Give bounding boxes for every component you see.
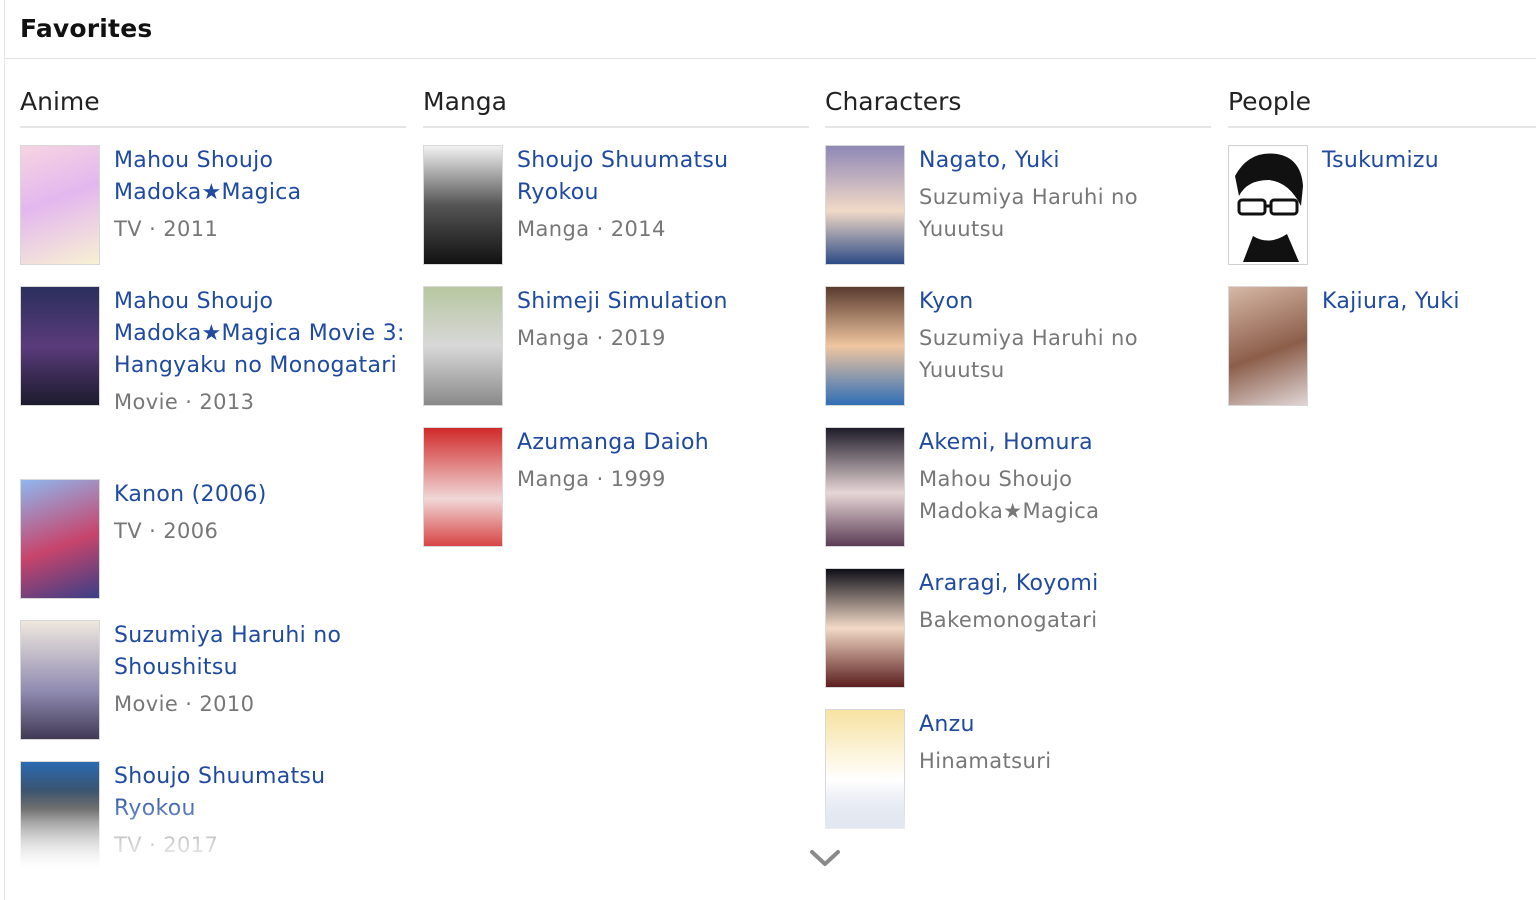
item-info: Kajiura, Yuki bbox=[1322, 286, 1460, 410]
item-info: Tsukumizu bbox=[1322, 145, 1439, 269]
list-item: Kajiura, Yuki bbox=[1228, 286, 1536, 410]
manga-cover-image[interactable] bbox=[423, 145, 503, 265]
anime-cover-image[interactable] bbox=[20, 761, 100, 870]
person-name-link[interactable]: Kajiura, Yuki bbox=[1322, 286, 1460, 318]
character-portrait[interactable] bbox=[825, 286, 905, 406]
person-portrait[interactable] bbox=[1228, 145, 1308, 265]
manga-title-link[interactable]: Shoujo Shuumatsu Ryokou bbox=[517, 145, 809, 209]
person-illustration bbox=[1235, 153, 1303, 262]
character-series-link[interactable]: Mahou Shoujo Madoka★Magica bbox=[919, 463, 1211, 527]
item-info: Azumanga Daioh Manga · 1999 bbox=[517, 427, 709, 551]
people-header: People bbox=[1228, 84, 1536, 128]
list-item: Nagato, Yuki Suzumiya Haruhi no Yuuutsu bbox=[825, 145, 1211, 269]
character-series-link[interactable]: Suzumiya Haruhi no Yuuutsu bbox=[919, 181, 1211, 245]
manga-title-link[interactable]: Azumanga Daioh bbox=[517, 427, 709, 459]
item-info: Suzumiya Haruhi no Shoushitsu Movie · 20… bbox=[114, 620, 406, 744]
anime-meta: Movie · 2010 bbox=[114, 692, 255, 716]
characters-list: Nagato, Yuki Suzumiya Haruhi no Yuuutsu … bbox=[825, 145, 1211, 833]
list-item: Shimeji Simulation Manga · 2019 bbox=[423, 286, 809, 410]
item-info: Mahou Shoujo Madoka★Magica TV · 2011 bbox=[114, 145, 406, 269]
list-item: Akemi, Homura Mahou Shoujo Madoka★Magica bbox=[825, 427, 1211, 551]
item-info: Anzu Hinamatsuri bbox=[919, 709, 1051, 833]
character-name-link[interactable]: Nagato, Yuki bbox=[919, 145, 1211, 177]
manga-title-link[interactable]: Shimeji Simulation bbox=[517, 286, 728, 318]
characters-column: Characters Nagato, Yuki Suzumiya Haruhi … bbox=[825, 84, 1211, 870]
manga-meta: Manga · 2019 bbox=[517, 326, 666, 350]
item-info: Nagato, Yuki Suzumiya Haruhi no Yuuutsu bbox=[919, 145, 1211, 269]
item-info: Kyon Suzumiya Haruhi no Yuuutsu bbox=[919, 286, 1211, 410]
character-series-link[interactable]: Bakemonogatari bbox=[919, 604, 1098, 636]
chevron-down-icon[interactable] bbox=[808, 846, 842, 870]
item-info: Shoujo Shuumatsu Ryokou TV · 2017 bbox=[114, 761, 406, 870]
anime-column: Anime Mahou Shoujo Madoka★Magica TV · 20… bbox=[20, 84, 406, 870]
anime-cover-image[interactable] bbox=[20, 286, 100, 406]
character-name-link[interactable]: Akemi, Homura bbox=[919, 427, 1211, 459]
item-info: Shimeji Simulation Manga · 2019 bbox=[517, 286, 728, 410]
people-column: People Tsukumizu Kajiura, Yuki bbox=[1228, 84, 1536, 870]
anime-meta: TV · 2017 bbox=[114, 833, 219, 857]
item-info: Akemi, Homura Mahou Shoujo Madoka★Magica bbox=[919, 427, 1211, 551]
list-item: Shoujo Shuumatsu Ryokou TV · 2017 bbox=[20, 761, 406, 870]
anime-header: Anime bbox=[20, 84, 406, 128]
list-item: Mahou Shoujo Madoka★Magica TV · 2011 bbox=[20, 145, 406, 269]
person-name-link[interactable]: Tsukumizu bbox=[1322, 145, 1439, 177]
list-item: Shoujo Shuumatsu Ryokou Manga · 2014 bbox=[423, 145, 809, 269]
person-portrait[interactable] bbox=[1228, 286, 1308, 406]
section-divider bbox=[4, 58, 1536, 59]
anime-meta: TV · 2006 bbox=[114, 519, 219, 543]
anime-title-link[interactable]: Mahou Shoujo Madoka★Magica bbox=[114, 145, 406, 209]
list-item: Azumanga Daioh Manga · 1999 bbox=[423, 427, 809, 551]
anime-title-link[interactable]: Shoujo Shuumatsu Ryokou bbox=[114, 761, 406, 825]
list-item: Mahou Shoujo Madoka★Magica Movie 3: Hang… bbox=[20, 286, 406, 462]
manga-cover-image[interactable] bbox=[423, 286, 503, 406]
anime-meta: TV · 2011 bbox=[114, 217, 219, 241]
manga-column: Manga Shoujo Shuumatsu Ryokou Manga · 20… bbox=[423, 84, 809, 870]
character-portrait[interactable] bbox=[825, 427, 905, 547]
manga-cover-image[interactable] bbox=[423, 427, 503, 547]
anime-title-link[interactable]: Mahou Shoujo Madoka★Magica Movie 3: Hang… bbox=[114, 286, 406, 382]
anime-title-link[interactable]: Suzumiya Haruhi no Shoushitsu bbox=[114, 620, 406, 684]
character-series-link[interactable]: Hinamatsuri bbox=[919, 745, 1051, 777]
item-info: Araragi, Koyomi Bakemonogatari bbox=[919, 568, 1098, 692]
character-series-link[interactable]: Suzumiya Haruhi no Yuuutsu bbox=[919, 322, 1211, 386]
list-item: Tsukumizu bbox=[1228, 145, 1536, 269]
manga-list: Shoujo Shuumatsu Ryokou Manga · 2014 Shi… bbox=[423, 145, 809, 551]
item-info: Kanon (2006) TV · 2006 bbox=[114, 479, 267, 603]
list-item: Anzu Hinamatsuri bbox=[825, 709, 1211, 833]
item-info: Shoujo Shuumatsu Ryokou Manga · 2014 bbox=[517, 145, 809, 269]
list-item: Kyon Suzumiya Haruhi no Yuuutsu bbox=[825, 286, 1211, 410]
list-item: Araragi, Koyomi Bakemonogatari bbox=[825, 568, 1211, 692]
section-title: Favorites bbox=[20, 14, 153, 43]
anime-cover-image[interactable] bbox=[20, 145, 100, 265]
left-border bbox=[4, 0, 5, 900]
manga-header: Manga bbox=[423, 84, 809, 128]
anime-meta: Movie · 2013 bbox=[114, 390, 255, 414]
list-item: Suzumiya Haruhi no Shoushitsu Movie · 20… bbox=[20, 620, 406, 744]
anime-title-link[interactable]: Kanon (2006) bbox=[114, 479, 267, 511]
character-name-link[interactable]: Kyon bbox=[919, 286, 1211, 318]
list-item: Kanon (2006) TV · 2006 bbox=[20, 479, 406, 603]
people-list: Tsukumizu Kajiura, Yuki bbox=[1228, 145, 1536, 410]
anime-list: Mahou Shoujo Madoka★Magica TV · 2011 Mah… bbox=[20, 145, 406, 870]
character-name-link[interactable]: Anzu bbox=[919, 709, 1051, 741]
character-portrait[interactable] bbox=[825, 145, 905, 265]
character-portrait[interactable] bbox=[825, 709, 905, 829]
manga-meta: Manga · 1999 bbox=[517, 467, 666, 491]
characters-header: Characters bbox=[825, 84, 1211, 128]
item-info: Mahou Shoujo Madoka★Magica Movie 3: Hang… bbox=[114, 286, 406, 462]
anime-cover-image[interactable] bbox=[20, 620, 100, 740]
manga-meta: Manga · 2014 bbox=[517, 217, 666, 241]
character-name-link[interactable]: Araragi, Koyomi bbox=[919, 568, 1098, 600]
anime-cover-image[interactable] bbox=[20, 479, 100, 599]
character-portrait[interactable] bbox=[825, 568, 905, 688]
